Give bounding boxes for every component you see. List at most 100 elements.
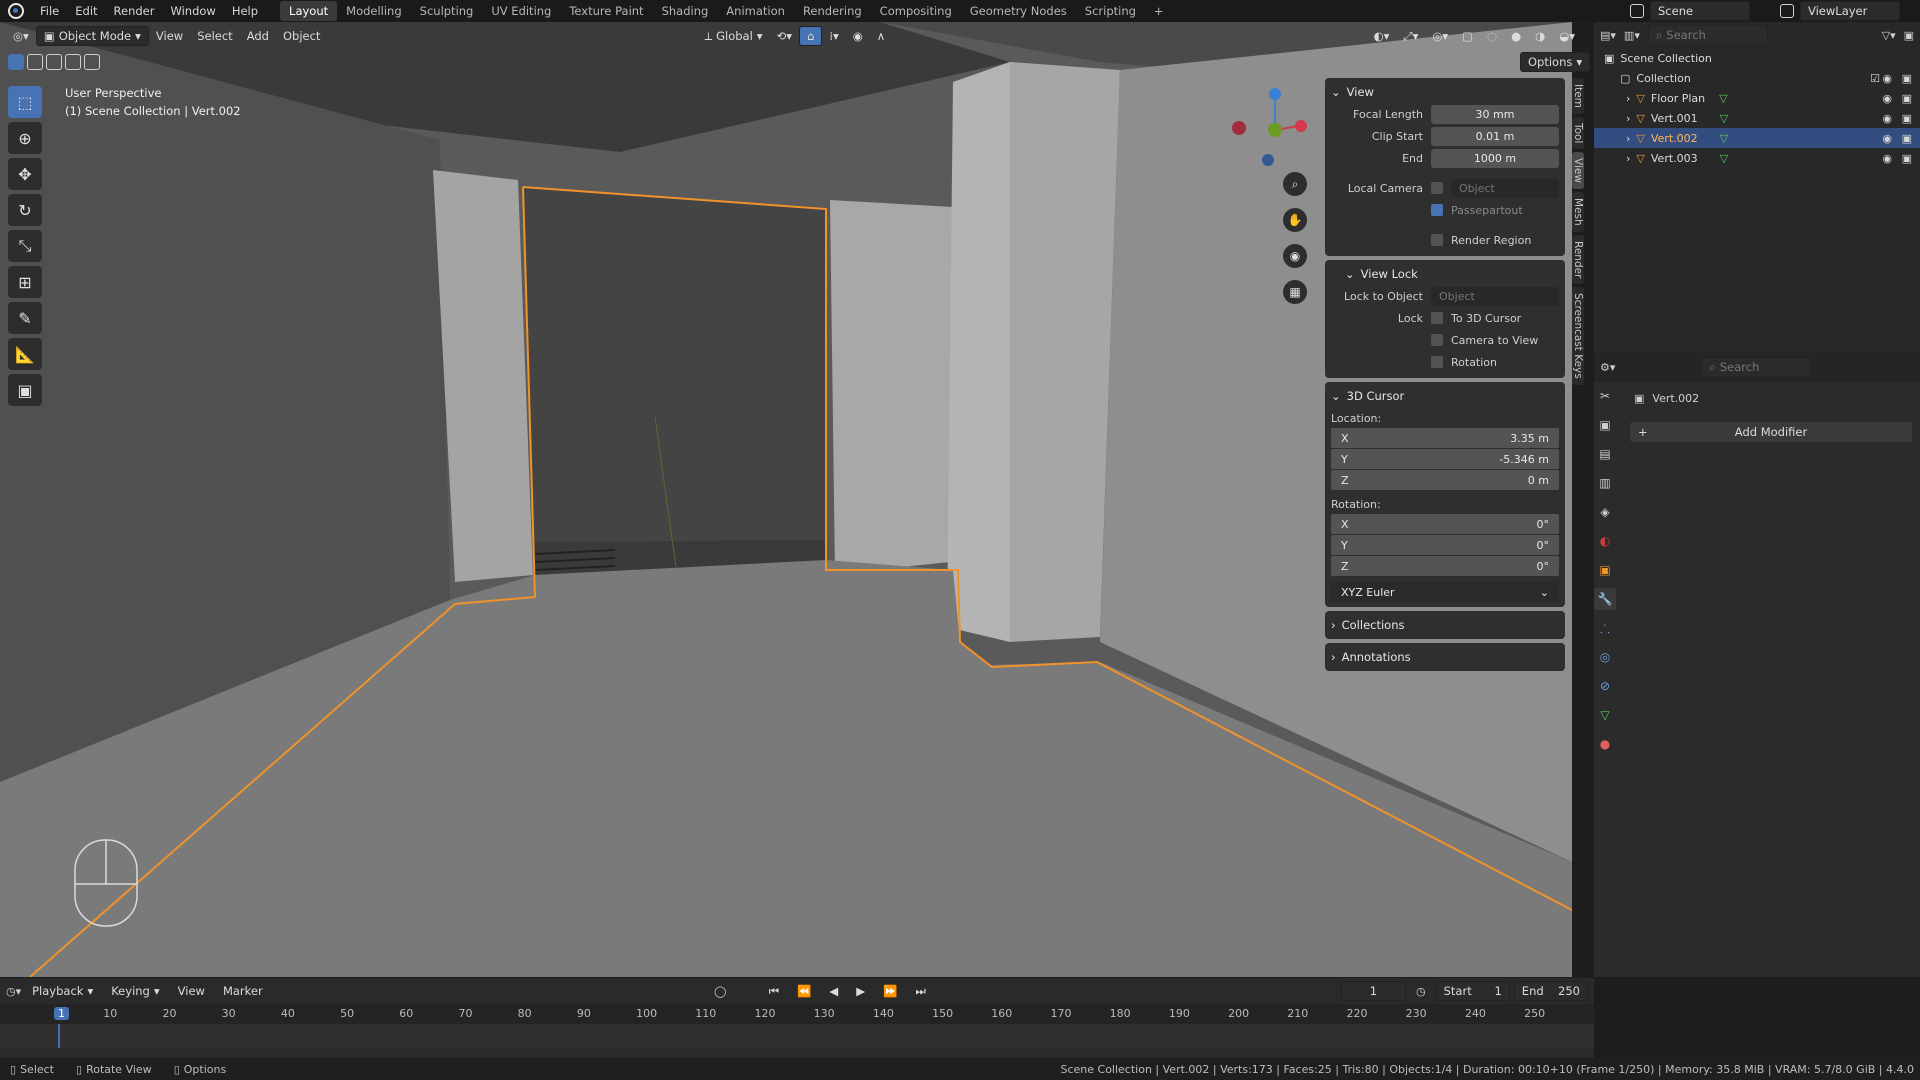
cursor-rotation-x[interactable]: X 0°	[1331, 514, 1559, 534]
select-new-icon[interactable]	[8, 54, 24, 70]
scene-selector[interactable]: Scene	[1650, 1, 1750, 21]
playback-menu[interactable]: Playback ▾	[25, 981, 100, 1001]
mesh-data-tab-icon[interactable]: ▽	[1594, 704, 1616, 726]
eye-icon[interactable]: ◉	[1882, 132, 1892, 145]
visibility-icon[interactable]: ◐▾	[1367, 26, 1397, 46]
modifier-tab-icon[interactable]: 🔧	[1594, 588, 1616, 610]
move-tool-icon[interactable]: ✥	[8, 158, 42, 190]
output-tab-icon[interactable]: ▤	[1594, 443, 1616, 465]
prev-keyframe-icon[interactable]: ⏪	[790, 981, 818, 1001]
workspace-tab-rendering[interactable]: Rendering	[794, 1, 871, 21]
workspace-tab-modelling[interactable]: Modelling	[337, 1, 411, 21]
camera-icon[interactable]: ▣	[1902, 92, 1912, 105]
menu-window[interactable]: Window	[162, 0, 223, 22]
clip-end-field[interactable]: 1000 m	[1431, 148, 1559, 168]
camera-icon[interactable]: ▣	[1902, 132, 1912, 145]
eye-icon[interactable]: ◉	[1882, 72, 1892, 85]
workspace-tab-texture-paint[interactable]: Texture Paint	[560, 1, 652, 21]
transform-orientation-dropdown[interactable]: ⟂ Global ▾	[697, 26, 769, 46]
view-layer-icon[interactable]	[1780, 4, 1794, 18]
current-frame-field[interactable]: 1	[1340, 981, 1406, 1001]
select-extend-icon[interactable]	[27, 54, 43, 70]
select-invert-icon[interactable]	[65, 54, 81, 70]
passepartout-checkbox[interactable]	[1431, 204, 1443, 216]
object-tab-icon[interactable]: ▣	[1594, 559, 1616, 581]
outliner-editor-icon[interactable]: ▤▾	[1600, 29, 1616, 42]
viewport-menu-object[interactable]: Object	[276, 26, 327, 46]
cursor-location-y[interactable]: Y -5.346 m	[1331, 449, 1559, 469]
rotation-mode-dropdown[interactable]: XYZ Euler ⌄	[1331, 582, 1559, 602]
outliner-item-vert-002[interactable]: › ▽ Vert.002 ▽ ◉ ▣	[1594, 128, 1920, 148]
menu-help[interactable]: Help	[224, 0, 266, 22]
workspace-tab-geometry-nodes[interactable]: Geometry Nodes	[961, 1, 1076, 21]
editor-type-icon[interactable]: ◎▾	[6, 26, 36, 46]
new-collection-icon[interactable]: ▣	[1904, 29, 1914, 42]
overlays-icon[interactable]: ◎▾	[1425, 26, 1455, 46]
timeline-view-menu[interactable]: View	[171, 981, 212, 1001]
jump-end-icon[interactable]: ⏭	[908, 981, 932, 1001]
tool-tab-icon[interactable]: ✂	[1594, 385, 1616, 407]
view-layer-tab-icon[interactable]: ▥	[1594, 472, 1616, 494]
world-tab-icon[interactable]: ◐	[1594, 530, 1616, 552]
material-shading-icon[interactable]: ◑	[1528, 26, 1552, 46]
render-region-checkbox[interactable]	[1431, 234, 1443, 246]
expand-icon[interactable]: ›	[1626, 112, 1630, 125]
sidebar-tab-view[interactable]: View	[1572, 152, 1584, 190]
workspace-tab-compositing[interactable]: Compositing	[871, 1, 961, 21]
outliner-item-floor-plan[interactable]: › ▽ Floor Plan ▽ ◉ ▣	[1594, 88, 1920, 108]
playhead[interactable]	[58, 1024, 60, 1048]
sidebar-tab-screencast-keys[interactable]: Screencast Keys	[1572, 287, 1584, 386]
auto-keying-icon[interactable]: ◯	[714, 985, 726, 998]
display-mode-icon[interactable]: ▥▾	[1624, 29, 1640, 42]
marker-menu[interactable]: Marker	[216, 981, 270, 1001]
add-cube-tool-icon[interactable]: ▣	[8, 374, 42, 406]
timeline-track[interactable]	[0, 1024, 1594, 1048]
filter-icon[interactable]: ▽▾	[1882, 29, 1896, 42]
add-modifier-button[interactable]: + Add Modifier	[1630, 422, 1912, 442]
view-panel-header[interactable]: ⌄ View	[1331, 82, 1559, 102]
workspace-tab-layout[interactable]: Layout	[280, 1, 338, 21]
rotate-tool-icon[interactable]: ↻	[8, 194, 42, 226]
collection-checkbox-icon[interactable]: ☑	[1870, 72, 1880, 85]
focal-length-field[interactable]: 30 mm	[1431, 104, 1559, 124]
properties-search-input[interactable]: ⌕ Search	[1701, 357, 1812, 377]
properties-editor-icon[interactable]: ⚙▾	[1600, 361, 1615, 374]
expand-icon[interactable]: ›	[1626, 92, 1630, 105]
cursor-location-x[interactable]: X 3.35 m	[1331, 428, 1559, 448]
select-subtract-icon[interactable]	[46, 54, 62, 70]
next-keyframe-icon[interactable]: ⏩	[876, 981, 904, 1001]
end-frame-field[interactable]: End 250	[1513, 981, 1588, 1001]
pivot-icon[interactable]: ⟲▾	[770, 26, 799, 46]
local-camera-checkbox[interactable]	[1431, 182, 1443, 194]
local-camera-object-field[interactable]: Object	[1451, 178, 1559, 198]
camera-icon[interactable]: ▣	[1902, 112, 1912, 125]
outliner-collection[interactable]: ▢ Collection ☑ ◉ ▣	[1594, 68, 1920, 88]
timeline-editor-icon[interactable]: ◷▾	[6, 985, 21, 998]
lock-rotation-checkbox[interactable]	[1431, 356, 1443, 368]
camera-to-view-checkbox[interactable]	[1431, 334, 1443, 346]
rendered-shading-icon[interactable]: ◒▾	[1552, 26, 1582, 46]
outliner-search-input[interactable]: ⌕ Search	[1647, 25, 1768, 45]
annotate-tool-icon[interactable]: ✎	[8, 302, 42, 334]
solid-shading-icon[interactable]: ●	[1504, 26, 1528, 46]
camera-icon[interactable]: ▣	[1902, 72, 1912, 85]
keying-menu[interactable]: Keying ▾	[104, 981, 166, 1001]
clip-start-field[interactable]: 0.01 m	[1431, 126, 1559, 146]
material-tab-icon[interactable]: ●	[1594, 733, 1616, 755]
ortho-grid-icon[interactable]: ▦	[1283, 280, 1307, 304]
workspace-tab-sculpting[interactable]: Sculpting	[411, 1, 483, 21]
pan-hand-icon[interactable]: ✋	[1283, 208, 1307, 232]
cursor-tool-icon[interactable]: ⊕	[8, 122, 42, 154]
navigation-gizmo[interactable]	[1225, 84, 1315, 174]
blender-logo-icon[interactable]	[8, 3, 24, 19]
expand-icon[interactable]: ›	[1626, 152, 1630, 165]
expand-icon[interactable]: ›	[1626, 132, 1630, 145]
viewport-menu-view[interactable]: View	[149, 26, 190, 46]
menu-file[interactable]: File	[32, 0, 67, 22]
to-3d-cursor-checkbox[interactable]	[1431, 312, 1443, 324]
outliner-item-vert-001[interactable]: › ▽ Vert.001 ▽ ◉ ▣	[1594, 108, 1920, 128]
camera-view-icon[interactable]: ◉	[1283, 244, 1307, 268]
snap-icon[interactable]: ⌂	[799, 26, 823, 46]
clock-icon[interactable]: ◷	[1416, 985, 1426, 998]
physics-tab-icon[interactable]: ◎	[1594, 646, 1616, 668]
